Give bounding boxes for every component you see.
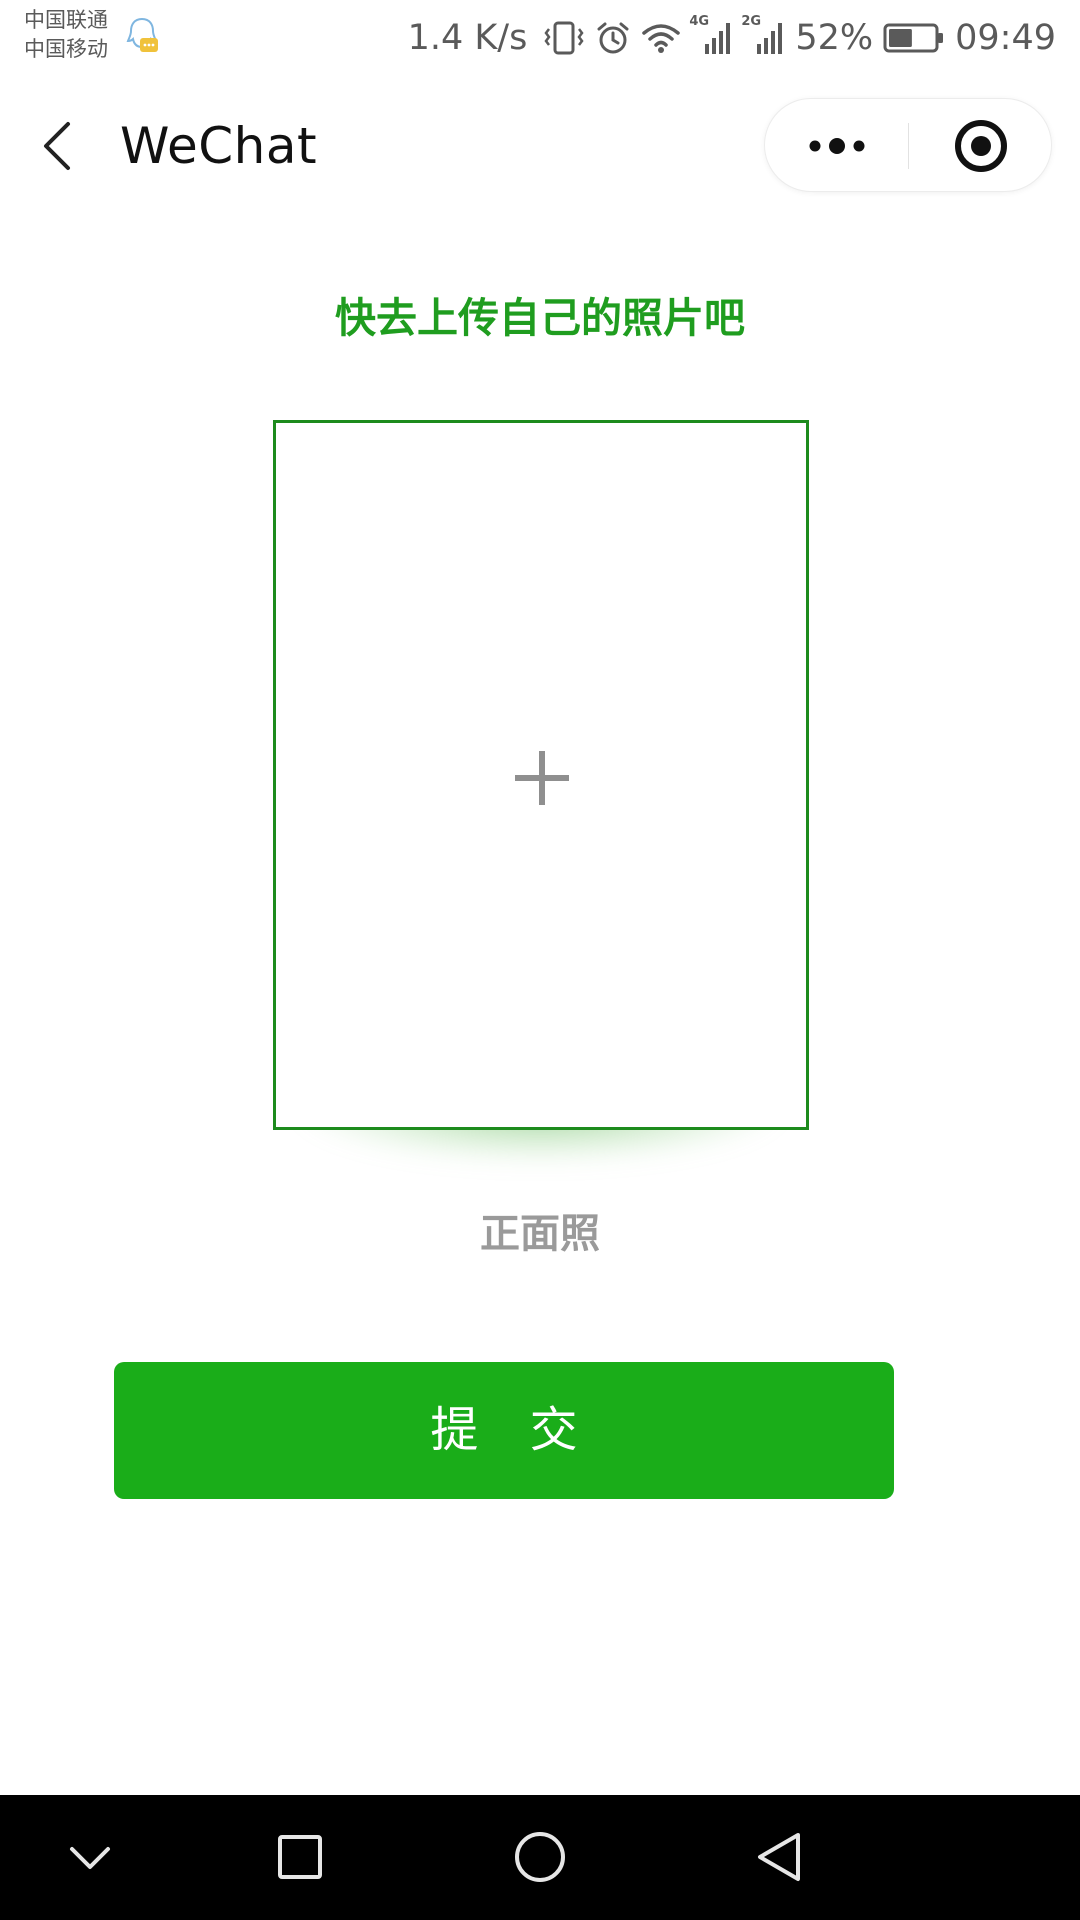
square-icon[interactable] (260, 1817, 340, 1897)
network-speed: 1.4 K/s (407, 18, 528, 58)
circle-icon[interactable] (500, 1817, 580, 1897)
submit-button[interactable]: 提 交 (114, 1362, 894, 1499)
upload-prompt: 快去上传自己的照片吧 (335, 294, 745, 342)
carrier-names: 中国联通 中国移动 (24, 6, 108, 64)
plus-icon (515, 751, 569, 805)
system-navigation-bar (0, 1795, 1080, 1920)
clock-time: 09:49 (955, 18, 1056, 58)
page-title: WeChat (120, 117, 318, 175)
carrier-1: 中国联通 (24, 8, 108, 32)
status-indicators: 1.4 K/s 4G 2G 52% 09:49 (408, 10, 1056, 66)
battery-icon (883, 23, 944, 53)
wechat-mini-program-screen: 中国联通 中国移动 1.4 K/s 4G 2G 52% 09:49 WeChat… (0, 0, 1080, 1920)
alarm-icon (597, 22, 629, 54)
carrier-2: 中国移动 (24, 37, 108, 61)
triangle-back-icon[interactable] (740, 1817, 820, 1897)
signal-2g-tag: 2G (741, 14, 762, 29)
back-button[interactable] (38, 116, 78, 176)
signal-4g: 4G (689, 14, 733, 56)
status-bar: 中国联通 中国移动 1.4 K/s 4G 2G 52% 09:49 (0, 0, 1080, 76)
menu-capsule (764, 98, 1052, 192)
photo-upload-box[interactable] (273, 420, 809, 1130)
vibrate-icon (544, 21, 584, 55)
signal-2g: 2G (741, 14, 785, 56)
more-dots-icon (809, 138, 865, 154)
close-miniprogram-button[interactable] (909, 99, 1053, 193)
wifi-icon (642, 24, 681, 53)
more-button[interactable] (765, 99, 908, 193)
chevron-left-icon (44, 122, 70, 170)
photo-type-label: 正面照 (480, 1211, 600, 1257)
target-close-icon (955, 120, 1007, 172)
navigation-bar: WeChat (0, 76, 1080, 214)
qq-notification-icon (126, 17, 158, 52)
battery-percent: 52% (795, 18, 874, 58)
signal-4g-tag: 4G (689, 14, 710, 29)
chevron-down-icon[interactable] (50, 1817, 130, 1897)
